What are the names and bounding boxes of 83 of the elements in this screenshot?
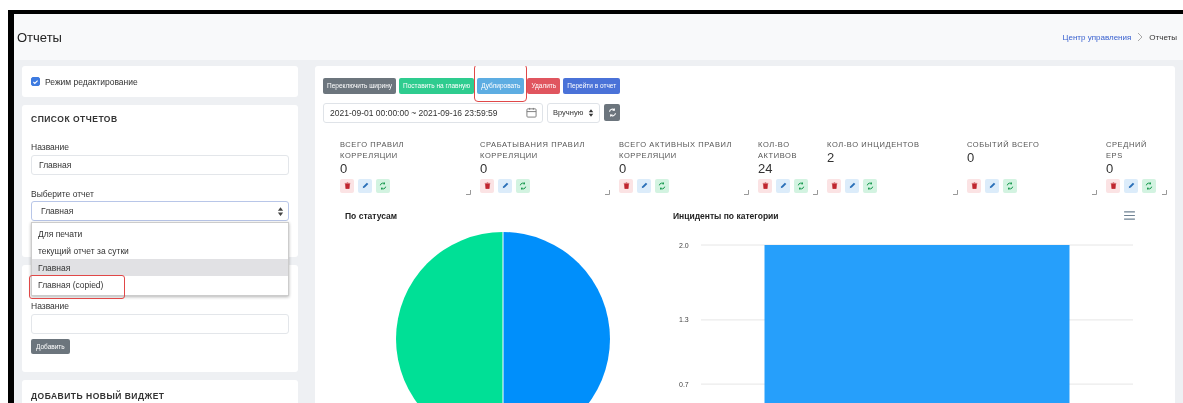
edit-button[interactable] (776, 178, 790, 193)
trash-icon (483, 182, 491, 189)
delete-button[interactable] (967, 178, 981, 193)
edit-button[interactable] (498, 178, 512, 193)
refresh-icon (1145, 181, 1153, 190)
trash-icon (970, 182, 978, 189)
stat-value: 0 (1106, 161, 1115, 176)
stat-value: 0 (340, 161, 349, 176)
resize-handle-icon[interactable] (466, 189, 471, 195)
dropdown-option[interactable]: Главная (32, 259, 288, 276)
trash-icon (1109, 182, 1117, 189)
stat-value: 0 (480, 161, 489, 176)
pencil-icon (779, 182, 787, 189)
resize-handle-icon[interactable] (744, 189, 749, 195)
resize-handle-icon[interactable] (1092, 189, 1097, 195)
pencil-icon (501, 182, 509, 189)
edit-button[interactable] (985, 178, 999, 193)
refresh-button[interactable] (376, 178, 390, 193)
stat-value: 2 (827, 150, 836, 165)
chart-title: По статусам (345, 210, 399, 221)
refresh-button[interactable] (655, 178, 669, 193)
pencil-icon (361, 182, 369, 189)
card-title: ДОБАВИТЬ НОВЫЙ ВИДЖЕТ (31, 390, 166, 401)
calendar-icon (526, 107, 537, 118)
page-title: Отчеты (17, 29, 62, 45)
resize-handle-icon[interactable] (605, 189, 610, 195)
refresh-button[interactable] (1003, 178, 1017, 193)
dropdown-option[interactable]: текущий отчет за сутки (32, 242, 288, 259)
dropdown-option[interactable]: Для печати (32, 225, 288, 242)
refresh-icon (797, 181, 805, 190)
pencil-icon (988, 182, 996, 189)
breadcrumb-current: Отчеты (1149, 32, 1177, 42)
refresh-icon (379, 181, 387, 190)
edit-button[interactable] (1124, 178, 1138, 193)
field-label: Название (31, 301, 70, 311)
card-title: СПИСОК ОТЧЕТОВ (31, 113, 119, 124)
refresh-icon (658, 181, 666, 190)
edit-button[interactable] (637, 178, 651, 193)
refresh-button[interactable] (1142, 178, 1156, 193)
checkbox[interactable] (31, 77, 40, 86)
refresh-icon (519, 181, 527, 190)
name-input-field[interactable] (31, 314, 289, 334)
trash-icon (761, 182, 769, 189)
delete-button[interactable] (827, 178, 841, 193)
menu-icon[interactable] (1124, 211, 1135, 220)
edit-button[interactable] (845, 178, 859, 193)
name-input-field[interactable]: Главная (31, 155, 289, 175)
delete-button[interactable] (758, 178, 772, 193)
refresh-icon (1006, 181, 1014, 190)
refresh-button[interactable] (863, 178, 877, 193)
chevron-right-icon (1137, 32, 1144, 42)
report-select[interactable]: Главная (31, 201, 289, 221)
chart-title: Инциденты по категории (673, 210, 779, 221)
refresh-icon (866, 181, 874, 190)
stat-value: 24 (758, 161, 774, 176)
stat-value: 0 (619, 161, 628, 176)
refresh-button[interactable] (794, 178, 808, 193)
select-arrows-icon (588, 108, 595, 117)
edit-button[interactable] (358, 178, 372, 193)
resize-handle-icon[interactable] (813, 189, 818, 195)
delete-button[interactable] (1106, 178, 1120, 193)
stat-value: 0 (967, 150, 976, 165)
date-range-field[interactable]: 2021-09-01 00:00:00 ~ 2021-09-16 23:59:59 (323, 102, 543, 123)
trash-icon (830, 182, 838, 189)
pencil-icon (848, 182, 856, 189)
select-arrows-icon (277, 207, 284, 216)
trash-icon (622, 182, 630, 189)
refresh-button[interactable] (604, 104, 621, 121)
pencil-icon (1127, 182, 1135, 189)
dropdown-option[interactable]: Главная (copied) (32, 276, 288, 293)
resize-handle-icon[interactable] (1162, 189, 1167, 195)
delete-button[interactable] (480, 178, 494, 193)
field-label: Название (31, 142, 70, 152)
refresh-icon (607, 108, 617, 117)
breadcrumb-link[interactable]: Центр управления (1062, 32, 1132, 42)
delete-button[interactable] (619, 178, 633, 193)
checkbox-label: Режим редактирование (45, 76, 138, 87)
delete-button[interactable] (340, 178, 354, 193)
resize-handle-icon[interactable] (953, 189, 958, 195)
field-label: Выберите отчет (31, 189, 95, 199)
pencil-icon (640, 182, 648, 189)
trash-icon (343, 182, 351, 189)
refresh-button[interactable] (516, 178, 530, 193)
